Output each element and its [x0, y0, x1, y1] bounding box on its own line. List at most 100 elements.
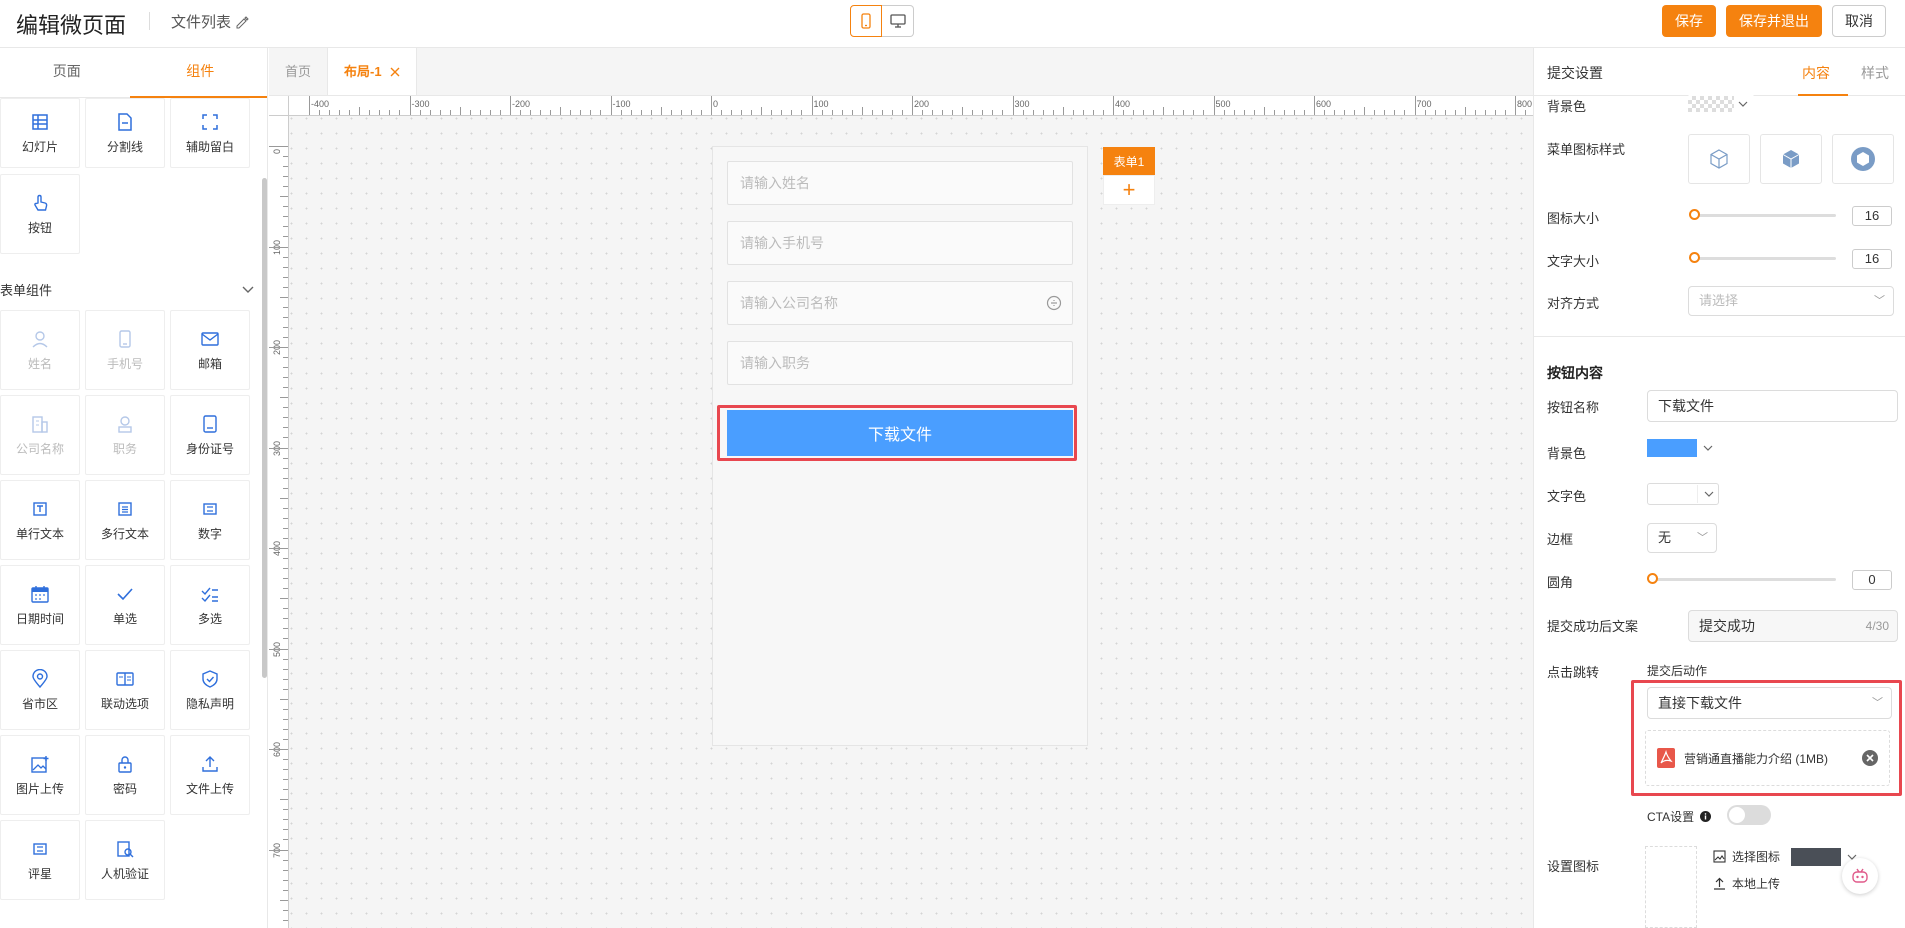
form-tag[interactable]: 表单1	[1103, 147, 1155, 175]
button-name-input[interactable]: 下载文件	[1647, 390, 1898, 422]
component-check[interactable]: 单选	[85, 565, 165, 645]
component-multitext[interactable]: 多行文本	[85, 480, 165, 560]
ruler-tick	[283, 829, 288, 831]
component-upload[interactable]: 文件上传	[170, 735, 250, 815]
component-divider[interactable]: 分割线	[85, 98, 165, 168]
align-select[interactable]: 请选择 ﹀	[1688, 286, 1894, 316]
ruler-tick	[1374, 110, 1376, 115]
choose-icon-button[interactable]: 选择图标	[1713, 848, 1780, 865]
phone-field[interactable]: 请输入手机号	[727, 221, 1073, 265]
save-button[interactable]: 保存	[1662, 5, 1716, 37]
ruler-tick	[283, 728, 288, 730]
component-image-upload[interactable]: 图片上传	[0, 735, 80, 815]
component-label: 身份证号	[185, 441, 234, 456]
text-color-picker[interactable]	[1647, 483, 1719, 505]
tab-content[interactable]: 内容	[1802, 63, 1830, 83]
tab-style[interactable]: 样式	[1861, 63, 1889, 83]
border-select[interactable]: 无 ﹀	[1647, 523, 1717, 553]
icon-preview-box[interactable]	[1645, 846, 1697, 928]
component-location[interactable]: 省市区	[0, 650, 80, 730]
component-calendar[interactable]: 日期时间	[0, 565, 80, 645]
icon-style-outline[interactable]	[1688, 134, 1750, 184]
ruler-tick	[1384, 110, 1386, 115]
button-bg-picker[interactable]	[1647, 437, 1719, 459]
cta-toggle[interactable]	[1727, 805, 1771, 825]
component-mail[interactable]: 邮箱	[170, 310, 250, 390]
component-lock[interactable]: 密码	[85, 735, 165, 815]
ruler-tick	[1193, 110, 1195, 115]
ruler-tick	[1203, 110, 1205, 115]
bg-color-picker[interactable]	[1688, 94, 1754, 114]
text-size-slider-handle[interactable]	[1689, 252, 1700, 263]
component-captcha[interactable]: 人机验证	[85, 820, 165, 900]
icon-size-label: 图标大小	[1547, 211, 1600, 226]
ruler-tick	[283, 608, 288, 610]
component-text[interactable]: 单行文本	[0, 480, 80, 560]
settings-panel: 提交设置 内容 样式 背景色 菜单图标样式 图标大小 16 文字大小 16 对齐…	[1533, 48, 1905, 928]
ruler-tick	[1263, 107, 1265, 115]
remove-file-icon[interactable]	[1861, 749, 1879, 767]
icon-style-filled[interactable]	[1760, 134, 1822, 184]
upload-icon	[200, 754, 220, 774]
cancel-button[interactable]: 取消	[1832, 5, 1886, 37]
desktop-view-button[interactable]	[882, 5, 914, 37]
text-size-slider[interactable]	[1694, 257, 1836, 260]
chevron-down-icon[interactable]	[242, 286, 254, 294]
ruler-tick	[283, 336, 288, 338]
after-action-select[interactable]: 直接下载文件 ﹀	[1647, 687, 1892, 719]
form-components-section[interactable]: 表单组件	[0, 280, 254, 299]
local-upload-button[interactable]: 本地上传	[1713, 875, 1780, 892]
icon-size-input[interactable]: 16	[1852, 206, 1892, 226]
name-field[interactable]: 请输入姓名	[727, 161, 1073, 205]
success-text-input[interactable]: 提交成功 4/30	[1688, 610, 1898, 642]
ruler-tick	[319, 110, 321, 115]
component-button[interactable]: 按钮	[0, 174, 80, 254]
ruler-tick	[269, 146, 288, 147]
component-multicheck[interactable]: 多选	[170, 565, 250, 645]
icon-size-slider[interactable]	[1694, 214, 1836, 217]
component-number[interactable]: 数字	[170, 480, 250, 560]
icon-size-slider-handle[interactable]	[1689, 209, 1700, 220]
ruler-tick	[283, 176, 288, 178]
lock-icon	[115, 754, 135, 774]
radius-slider-handle[interactable]	[1647, 573, 1658, 584]
left-scrollbar[interactable]	[262, 178, 267, 678]
icon-style-circle[interactable]	[1832, 134, 1894, 184]
ruler-tick	[280, 497, 288, 499]
badge-icon	[115, 414, 135, 434]
phone-page-preview[interactable]: 请输入姓名 请输入手机号 请输入公司名称 请输入职务 下载文件	[712, 146, 1088, 746]
component-idcard[interactable]: 身份证号	[170, 395, 250, 475]
ruler-x-label: 200	[914, 99, 930, 109]
close-icon[interactable]	[390, 67, 400, 77]
component-linked[interactable]: 联动选项	[85, 650, 165, 730]
component-star[interactable]: 评星	[0, 820, 80, 900]
assistant-button[interactable]	[1842, 858, 1878, 894]
ruler-tick	[283, 477, 288, 479]
tab-components[interactable]: 组件	[134, 48, 268, 97]
component-label: 分割线	[106, 139, 143, 154]
text-size-input[interactable]: 16	[1852, 249, 1892, 269]
component-shield[interactable]: 隐私声明	[170, 650, 250, 730]
ruler-tick	[1012, 96, 1014, 115]
ruler-tick	[499, 110, 501, 115]
tab-home[interactable]: 首页	[269, 48, 329, 95]
company-field[interactable]: 请输入公司名称	[727, 281, 1073, 325]
mobile-view-button[interactable]	[850, 5, 882, 37]
position-field[interactable]: 请输入职务	[727, 341, 1073, 385]
design-canvas[interactable]: -400 -300 -200 -100 0 100 200 300 400 500 600 700 80…	[269, 96, 1533, 928]
component-whitespace[interactable]: 辅助留白	[170, 98, 250, 168]
download-file-button[interactable]: 下载文件	[727, 410, 1073, 456]
tab-layout-1[interactable]: 布局-1	[328, 48, 417, 95]
component-slides[interactable]: 幻灯片	[0, 98, 80, 168]
radius-input[interactable]: 0	[1852, 570, 1892, 590]
tab-page[interactable]: 页面	[0, 48, 134, 97]
ruler-tick	[1525, 110, 1527, 115]
ruler-tick	[280, 397, 288, 399]
save-exit-button[interactable]: 保存并退出	[1726, 5, 1822, 37]
file-list-title[interactable]: 文件列表	[171, 11, 249, 32]
add-form-button[interactable]: +	[1103, 175, 1155, 205]
slides-icon	[30, 112, 50, 132]
edit-icon[interactable]	[235, 15, 249, 29]
radius-slider[interactable]	[1652, 578, 1836, 581]
border-label: 边框	[1547, 532, 1574, 547]
